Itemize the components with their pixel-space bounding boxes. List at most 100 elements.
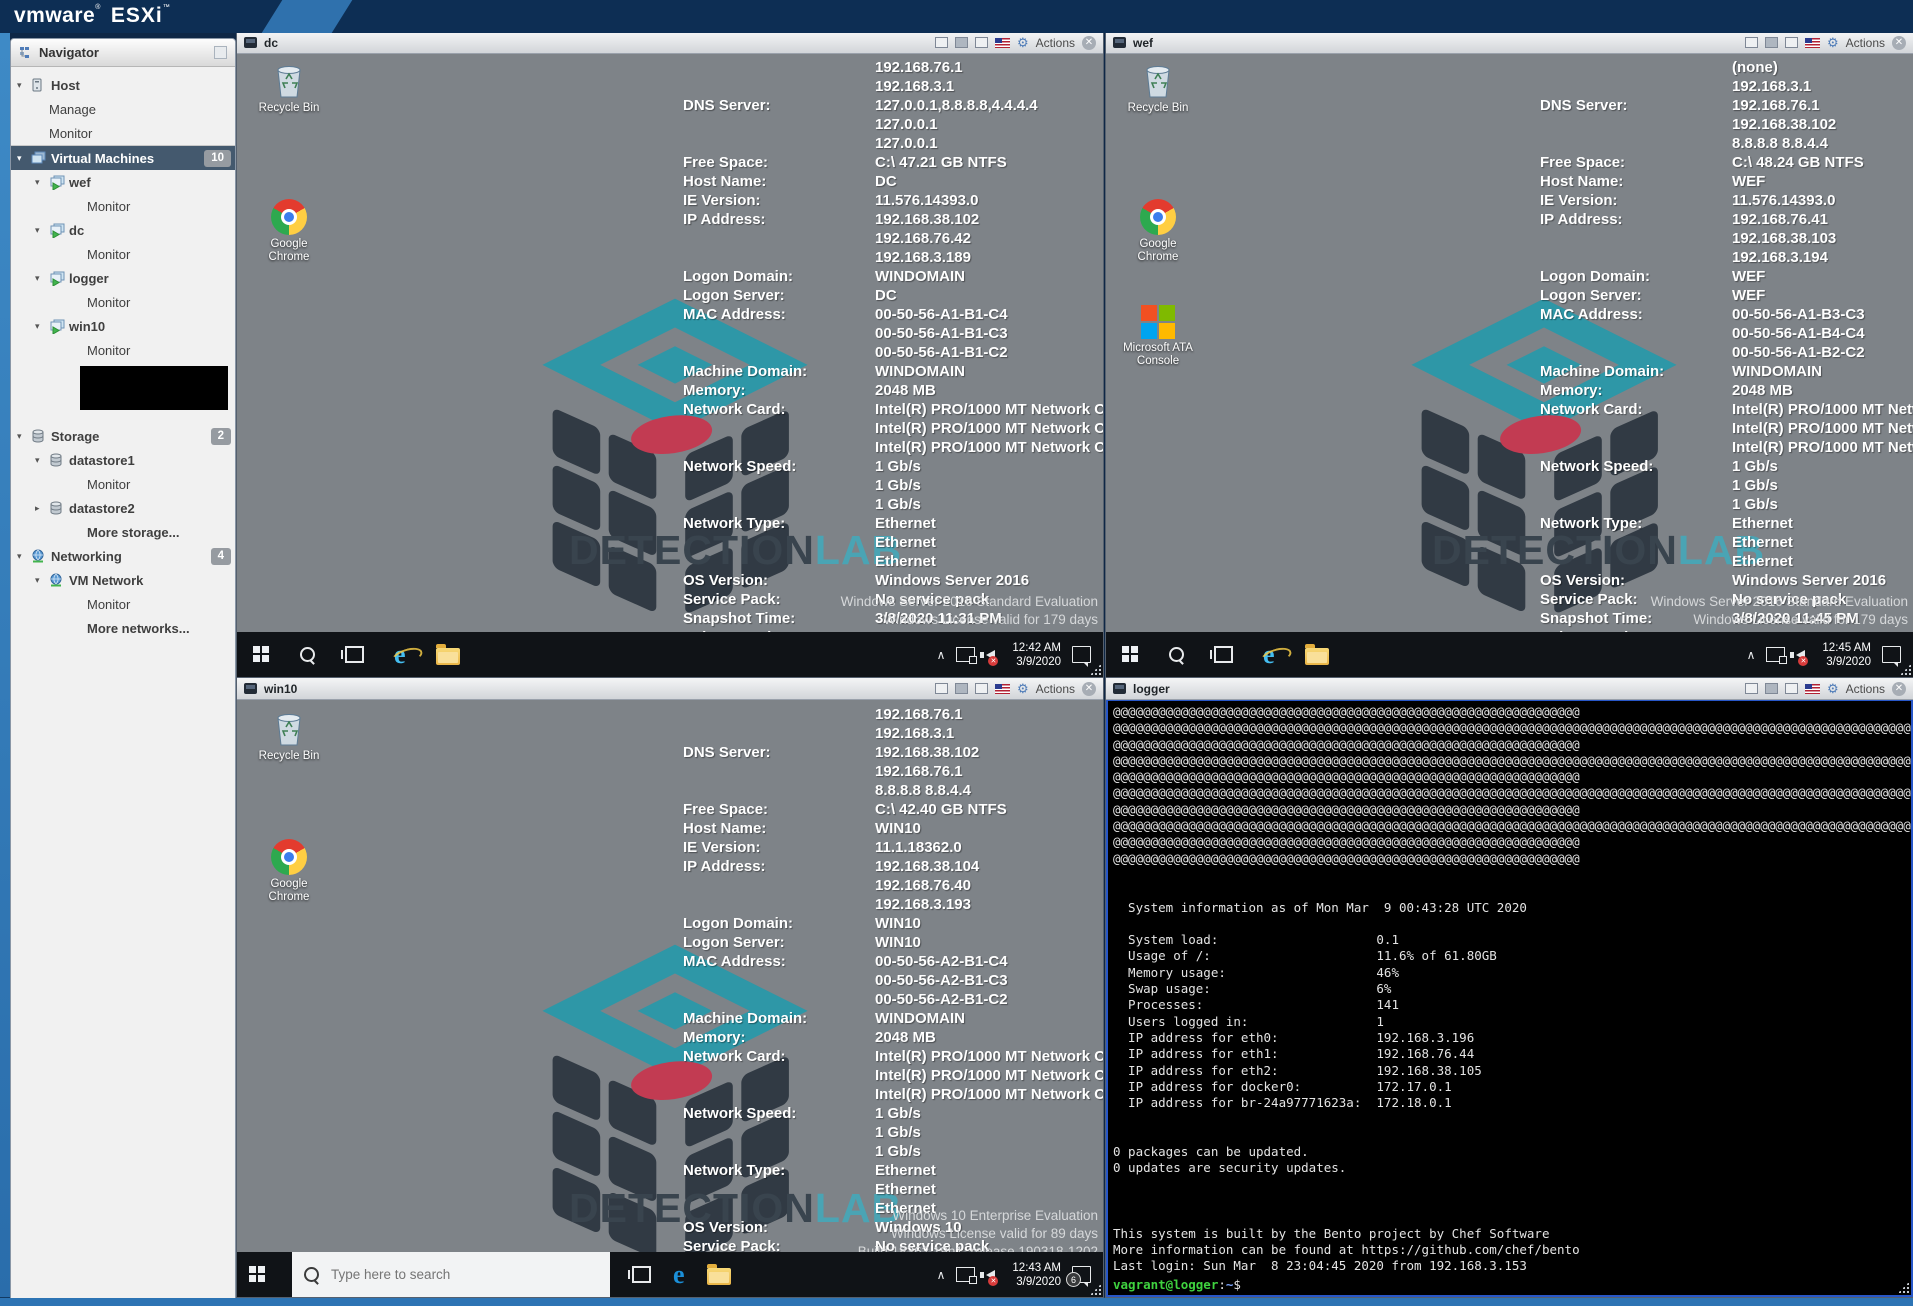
search-icon[interactable] — [300, 647, 315, 662]
console-fullscreen-icon[interactable] — [1765, 37, 1778, 48]
sidebar-tree-item[interactable]: ▾ Host — [11, 73, 235, 97]
tree-expand-arrow[interactable]: ▾ — [17, 153, 31, 164]
recycle-bin-shortcut[interactable]: Recycle Bin — [251, 61, 327, 115]
action-center-icon[interactable]: 6 — [1072, 1266, 1091, 1283]
sidebar-tree-item[interactable]: ▾ wef — [11, 170, 235, 194]
chrome-shortcut[interactable]: Google Chrome — [251, 839, 327, 904]
file-explorer-icon[interactable] — [436, 648, 460, 665]
tree-expand-arrow[interactable]: ▸ — [35, 503, 49, 514]
start-button[interactable] — [253, 646, 270, 663]
network-tray-icon[interactable] — [1766, 647, 1785, 662]
taskbar-clock[interactable]: 12:42 AM 3/9/2020 — [1012, 641, 1061, 669]
close-icon[interactable]: ✕ — [1082, 36, 1096, 50]
tree-expand-arrow[interactable]: ▾ — [35, 177, 49, 188]
console-window-icon[interactable] — [1745, 683, 1758, 694]
sidebar-tree-item[interactable]: Manage — [11, 97, 235, 121]
console-popout-icon[interactable] — [975, 683, 988, 694]
sidebar-tree-item[interactable]: ▾ Storage — [11, 424, 235, 448]
sidebar-tree-item[interactable]: Monitor — [11, 242, 235, 266]
volume-muted-icon[interactable]: ✕ — [986, 1270, 995, 1280]
chrome-shortcut[interactable]: Google Chrome — [1120, 199, 1196, 264]
sidebar-tree-item[interactable]: ▾ datastore1 — [11, 448, 235, 472]
sidebar-tree-item[interactable]: ▾ win10 — [11, 314, 235, 338]
console-fullscreen-icon[interactable] — [1765, 683, 1778, 694]
sidebar-tree-item[interactable]: Monitor — [11, 121, 235, 145]
internet-explorer-icon[interactable]: e — [1263, 642, 1275, 668]
console-window-icon[interactable] — [935, 683, 948, 694]
file-explorer-icon[interactable] — [1305, 648, 1329, 665]
recycle-bin-shortcut[interactable]: Recycle Bin — [251, 709, 327, 763]
sidebar-tree-item[interactable]: ▾ VM Network — [11, 568, 235, 592]
keyboard-layout-flag-icon[interactable] — [995, 38, 1010, 48]
console-fullscreen-icon[interactable] — [955, 37, 968, 48]
task-view-icon[interactable] — [632, 1266, 651, 1283]
settings-gear-icon[interactable]: ⚙ — [1827, 682, 1839, 695]
tree-expand-arrow[interactable]: ▾ — [35, 575, 49, 586]
task-view-icon[interactable] — [1214, 646, 1233, 663]
tree-expand-arrow[interactable]: ▾ — [35, 455, 49, 466]
pane-header-dc[interactable]: dc ⚙ Actions ✕ — [237, 32, 1103, 54]
edge-icon[interactable]: e — [673, 1262, 685, 1288]
terminal-prompt[interactable]: vagrant@logger:~$ — [1108, 1277, 1911, 1293]
start-button[interactable] — [1122, 646, 1139, 663]
tray-chevron-icon[interactable]: ∧ — [937, 1268, 946, 1282]
settings-gear-icon[interactable]: ⚙ — [1827, 36, 1839, 49]
sidebar-tree-item[interactable]: ▾ Networking — [11, 544, 235, 568]
sidebar-tree-item[interactable]: Monitor — [11, 290, 235, 314]
sidebar-tree-item[interactable]: More networks... — [11, 616, 235, 640]
wef-desktop[interactable]: DETECTIONLAB Recycle Bin Google Chrome M… — [1106, 53, 1913, 677]
tree-expand-arrow[interactable]: ▾ — [35, 225, 49, 236]
volume-muted-icon[interactable]: ✕ — [1796, 650, 1805, 660]
tree-expand-arrow[interactable]: ▾ — [17, 551, 31, 562]
tree-expand-arrow[interactable]: ▾ — [35, 273, 49, 284]
sidebar-tree-item[interactable]: ▾ Virtual Machi — [11, 145, 235, 170]
actions-menu[interactable]: Actions — [1846, 682, 1885, 696]
actions-menu[interactable]: Actions — [1846, 36, 1885, 50]
action-center-icon[interactable] — [1882, 646, 1901, 663]
taskbar-search-box[interactable] — [292, 1252, 610, 1297]
sidebar-tree-item[interactable]: Monitor — [11, 194, 235, 218]
console-window-icon[interactable] — [935, 37, 948, 48]
dc-desktop[interactable]: DETECTIONLAB Recycle Bin Google Chrome 1… — [237, 53, 1103, 677]
pane-header-win10[interactable]: win10 ⚙ Actions ✕ — [237, 678, 1103, 700]
search-input[interactable] — [329, 1266, 573, 1283]
actions-menu[interactable]: Actions — [1036, 682, 1075, 696]
file-explorer-icon[interactable] — [707, 1268, 731, 1285]
network-tray-icon[interactable] — [956, 1267, 975, 1282]
tray-chevron-icon[interactable]: ∧ — [1747, 648, 1756, 662]
microsoft-ata-console-shortcut[interactable]: Microsoft ATA Console — [1120, 305, 1196, 368]
sidebar-tree-item[interactable]: Monitor — [11, 592, 235, 616]
sidebar-tree-item[interactable]: Monitor — [11, 338, 235, 362]
tree-expand-arrow[interactable]: ▾ — [17, 431, 31, 442]
settings-gear-icon[interactable]: ⚙ — [1017, 36, 1029, 49]
network-tray-icon[interactable] — [956, 647, 975, 662]
console-window-icon[interactable] — [1745, 37, 1758, 48]
sidebar-tree-item[interactable]: ▾ logger — [11, 266, 235, 290]
console-popout-icon[interactable] — [1785, 37, 1798, 48]
sidebar-tree-item[interactable]: Monitor — [11, 472, 235, 496]
logger-terminal[interactable]: @@@@@@@@@@@@@@@@@@@@@@@@@@@@@@@@@@@@@@@@… — [1106, 699, 1913, 1297]
sidebar-tree-item[interactable]: More storage... — [11, 520, 235, 544]
keyboard-layout-flag-icon[interactable] — [1805, 38, 1820, 48]
start-button[interactable] — [249, 1266, 266, 1283]
close-icon[interactable]: ✕ — [1892, 682, 1906, 696]
task-view-icon[interactable] — [345, 646, 364, 663]
tray-chevron-icon[interactable]: ∧ — [937, 648, 946, 662]
recycle-bin-shortcut[interactable]: Recycle Bin — [1120, 61, 1196, 115]
sidebar-tree-item[interactable]: ▾ dc — [11, 218, 235, 242]
console-popout-icon[interactable] — [1785, 683, 1798, 694]
pane-header-wef[interactable]: wef ⚙ Actions ✕ — [1106, 32, 1913, 54]
search-icon[interactable] — [1169, 647, 1184, 662]
chrome-shortcut[interactable]: Google Chrome — [251, 199, 327, 264]
tree-expand-arrow[interactable]: ▾ — [17, 80, 31, 91]
taskbar-clock[interactable]: 12:43 AM 3/9/2020 — [1012, 1261, 1061, 1289]
action-center-icon[interactable] — [1072, 646, 1091, 663]
keyboard-layout-flag-icon[interactable] — [995, 684, 1010, 694]
console-fullscreen-icon[interactable] — [955, 683, 968, 694]
pin-panel-icon[interactable] — [214, 46, 227, 59]
settings-gear-icon[interactable]: ⚙ — [1017, 682, 1029, 695]
console-popout-icon[interactable] — [975, 37, 988, 48]
win10-desktop[interactable]: DETECTIONLAB Recycle Bin Google Chrome 1… — [237, 699, 1103, 1297]
keyboard-layout-flag-icon[interactable] — [1805, 684, 1820, 694]
pane-header-logger[interactable]: logger ⚙ Actions ✕ — [1106, 678, 1913, 700]
